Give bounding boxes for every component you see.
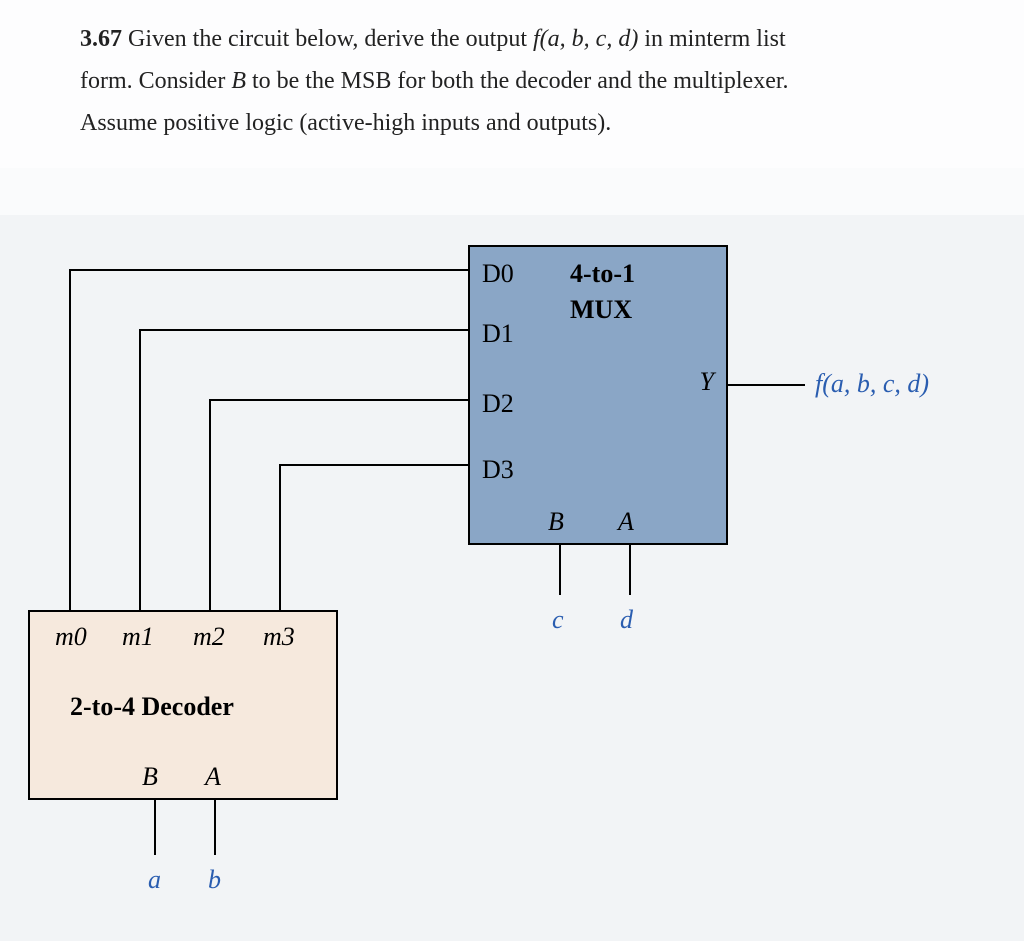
problem-statement: 3.67 Given the circuit below, derive the… bbox=[0, 0, 1024, 168]
decoder-block: m0 m1 m2 m3 2-to-4 Decoder B A bbox=[28, 610, 338, 800]
signal-a: a bbox=[148, 865, 161, 895]
dec-m2: m2 bbox=[193, 622, 225, 652]
mux-selB: B bbox=[548, 507, 564, 537]
mux-d1-label: D1 bbox=[482, 319, 514, 349]
mux-selA: A bbox=[618, 507, 634, 537]
mux-block: D0 D1 D2 D3 4-to-1 MUX Y B A bbox=[468, 245, 728, 545]
signal-c: c bbox=[552, 605, 564, 635]
mux-d2-label: D2 bbox=[482, 389, 514, 419]
dec-title: 2-to-4 Decoder bbox=[70, 692, 234, 722]
dec-selB: B bbox=[142, 762, 158, 792]
dec-selA: A bbox=[205, 762, 221, 792]
dec-m1: m1 bbox=[122, 622, 154, 652]
output-f: f(a, b, c, d) bbox=[815, 369, 929, 399]
signal-d: d bbox=[620, 605, 633, 635]
mux-d0-label: D0 bbox=[482, 259, 514, 289]
mux-title1: 4-to-1 bbox=[570, 259, 635, 289]
signal-b: b bbox=[208, 865, 221, 895]
circuit-diagram: D0 D1 D2 D3 4-to-1 MUX Y B A m0 m1 m2 m3… bbox=[0, 215, 1024, 941]
dec-m3: m3 bbox=[263, 622, 295, 652]
mux-d3-label: D3 bbox=[482, 455, 514, 485]
mux-y-label: Y bbox=[700, 367, 714, 397]
problem-number: 3.67 bbox=[80, 26, 122, 52]
dec-m0: m0 bbox=[55, 622, 87, 652]
mux-title2: MUX bbox=[570, 295, 632, 325]
